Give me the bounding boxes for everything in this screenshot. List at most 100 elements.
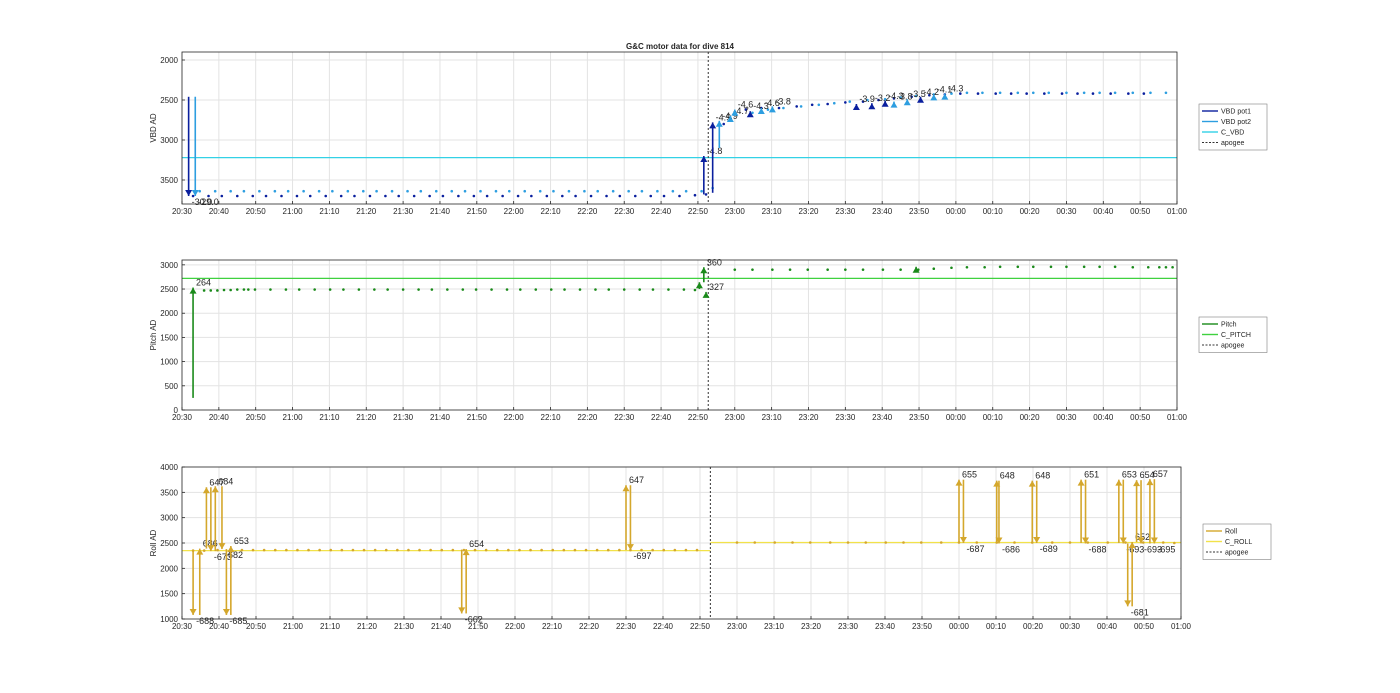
data-point-pot1 bbox=[441, 194, 445, 198]
data-point-pitch bbox=[386, 288, 389, 291]
x-tick-label: 23:10 bbox=[764, 622, 785, 631]
event-label: 360 bbox=[707, 257, 722, 267]
data-point-pot2 bbox=[1098, 91, 1101, 95]
event-label: 655 bbox=[962, 470, 977, 480]
x-tick-label: 22:00 bbox=[504, 207, 525, 216]
data-point-roll bbox=[902, 541, 905, 544]
event-label: -697 bbox=[633, 551, 651, 561]
figure: G&C motor data for dive 814 -30.0-29.0-4… bbox=[0, 0, 1400, 693]
data-point-pot1 bbox=[501, 194, 504, 198]
x-tick-label: 23:10 bbox=[762, 413, 783, 422]
legend: VBD pot1 VBD pot2 C_VBDapogee bbox=[1198, 103, 1268, 151]
data-point-pot1 bbox=[353, 194, 356, 198]
x-tick-label: 22:50 bbox=[688, 413, 709, 422]
data-point-pot1 bbox=[220, 194, 224, 198]
data-point-roll bbox=[735, 541, 739, 544]
data-point-pot1 bbox=[251, 194, 255, 198]
data-point-roll bbox=[518, 548, 521, 552]
data-point-pitch bbox=[771, 268, 774, 271]
data-point-pitch bbox=[1031, 265, 1035, 269]
data-point-pot1 bbox=[994, 92, 997, 95]
data-point-pitch bbox=[563, 288, 566, 291]
data-point-pitch bbox=[651, 288, 655, 291]
event-label: -695 bbox=[1157, 545, 1175, 555]
event-label: -3.8 bbox=[775, 96, 791, 106]
data-point-pitch bbox=[667, 288, 670, 291]
x-tick-label: 00:40 bbox=[1097, 622, 1118, 631]
y-tick-label: 2500 bbox=[160, 96, 178, 105]
data-point-pot1 bbox=[235, 194, 239, 198]
x-tick-label: 21:00 bbox=[283, 413, 304, 422]
data-point-roll bbox=[296, 548, 299, 552]
data-point-pitch bbox=[216, 289, 219, 292]
data-point-pot1 bbox=[1109, 92, 1112, 95]
data-point-roll bbox=[584, 548, 588, 552]
data-point-pitch bbox=[430, 288, 434, 291]
y-tick-label: 3000 bbox=[160, 514, 178, 523]
x-tick-label: 22:50 bbox=[690, 622, 711, 631]
x-tick-label: 01:00 bbox=[1167, 413, 1188, 422]
y-tick-label: 500 bbox=[165, 382, 179, 391]
data-point-roll bbox=[753, 541, 757, 544]
data-point-pitch bbox=[826, 268, 829, 271]
data-point-pitch bbox=[357, 288, 361, 291]
data-point-roll bbox=[562, 548, 566, 552]
data-point-pot1 bbox=[662, 194, 666, 198]
event-label: 653 bbox=[1122, 470, 1137, 480]
legend-entry: apogee bbox=[1221, 140, 1244, 147]
data-point-pot1 bbox=[678, 194, 681, 198]
legend-entry: C_ROLL bbox=[1225, 539, 1252, 546]
data-point-roll bbox=[473, 548, 477, 552]
data-point-roll bbox=[919, 541, 923, 544]
data-point-roll bbox=[606, 548, 610, 552]
data-point-pot2 bbox=[213, 189, 217, 193]
data-point-pot2 bbox=[684, 189, 688, 193]
data-point-pot2 bbox=[1164, 91, 1168, 95]
data-point-roll bbox=[846, 541, 850, 544]
data-point-roll bbox=[884, 541, 888, 544]
x-tick-label: 23:40 bbox=[875, 622, 896, 631]
legend-entry: Pitch bbox=[1221, 322, 1237, 329]
x-tick-label: 21:20 bbox=[356, 413, 377, 422]
data-point-pitch bbox=[235, 288, 239, 291]
data-point-pot1 bbox=[1060, 92, 1064, 95]
x-tick-label: 22:20 bbox=[577, 207, 598, 216]
data-point-pot2 bbox=[523, 189, 527, 193]
x-tick-label: 20:50 bbox=[246, 207, 267, 216]
data-point-roll bbox=[407, 548, 410, 552]
x-tick-label: 00:10 bbox=[983, 207, 1004, 216]
data-point-pot2 bbox=[242, 189, 246, 193]
x-tick-label: 22:00 bbox=[505, 622, 526, 631]
data-point-pot1 bbox=[810, 103, 814, 107]
data-point-pitch bbox=[313, 288, 316, 291]
data-point-roll bbox=[662, 548, 666, 552]
data-point-pot2 bbox=[450, 189, 454, 193]
data-point-roll bbox=[540, 548, 543, 552]
data-point-roll bbox=[329, 548, 333, 552]
data-point-roll bbox=[262, 548, 266, 552]
data-point-pitch bbox=[932, 267, 936, 271]
data-point-pot1 bbox=[264, 194, 268, 198]
data-point-roll bbox=[828, 541, 832, 544]
data-point-pot1 bbox=[1076, 92, 1079, 95]
data-point-roll bbox=[573, 548, 577, 552]
event-label: 327 bbox=[709, 282, 724, 292]
data-point-pot1 bbox=[428, 194, 431, 198]
y-tick-label: 2000 bbox=[160, 56, 178, 65]
data-point-roll bbox=[307, 548, 310, 552]
x-tick-label: 21:40 bbox=[431, 622, 452, 631]
data-point-roll bbox=[695, 548, 699, 552]
data-point-pot2 bbox=[782, 106, 785, 110]
event-label: -688 bbox=[1089, 545, 1107, 555]
data-point-pot1 bbox=[844, 101, 847, 104]
data-point-pitch bbox=[638, 288, 641, 291]
data-point-pitch bbox=[269, 288, 272, 291]
event-label: -686 bbox=[1002, 545, 1020, 555]
legend-entry: C_VBD bbox=[1221, 130, 1244, 137]
data-point-pitch bbox=[788, 268, 792, 271]
event-label: 648 bbox=[1000, 471, 1015, 481]
x-tick-label: 23:50 bbox=[909, 413, 930, 422]
x-tick-label: 21:50 bbox=[467, 207, 488, 216]
event-label: -689 bbox=[1040, 544, 1058, 554]
data-point-pitch bbox=[1131, 265, 1135, 269]
